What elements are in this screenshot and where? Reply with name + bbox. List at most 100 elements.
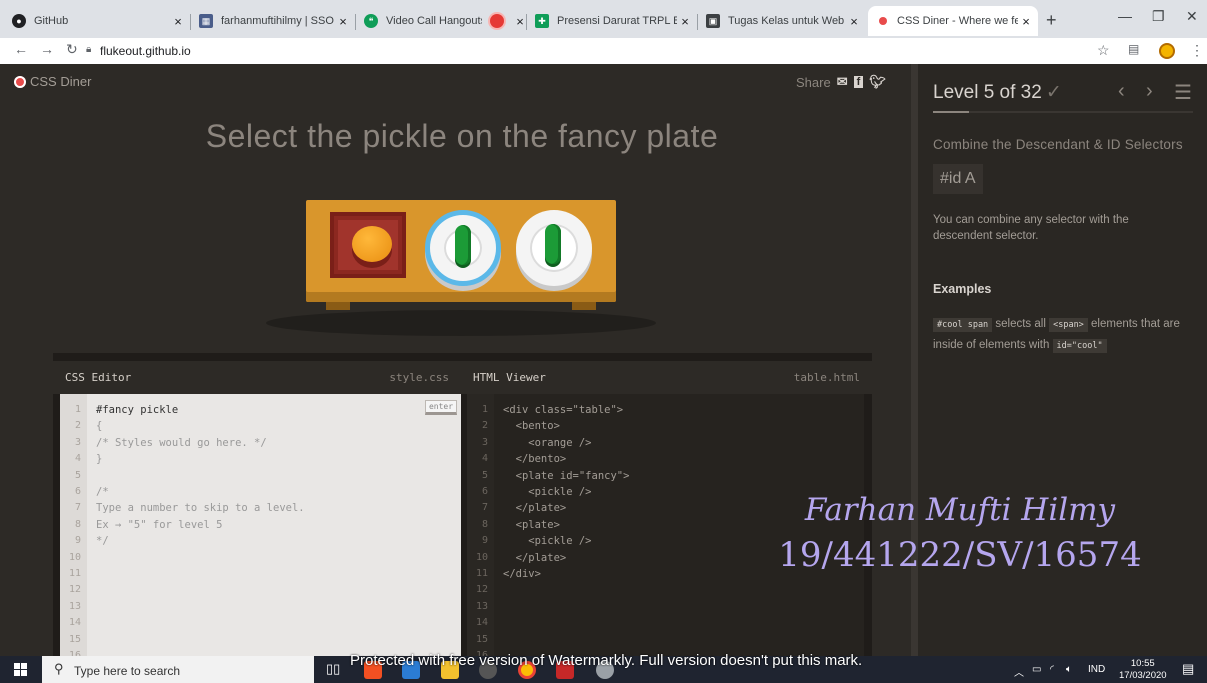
close-icon[interactable]: × bbox=[335, 14, 351, 29]
volume-icon[interactable]: 🔈︎ bbox=[1066, 664, 1072, 675]
search-placeholder: Type here to search bbox=[74, 664, 181, 678]
close-icon[interactable]: × bbox=[512, 14, 526, 29]
line-number: 13 bbox=[475, 600, 488, 612]
line-number: 10 bbox=[475, 551, 488, 563]
previous-level-icon[interactable]: ‹ bbox=[1118, 80, 1125, 103]
minimize-icon[interactable]: — bbox=[1118, 8, 1132, 24]
tab-title: CSS Diner - Where we feast on bbox=[897, 15, 1018, 27]
css-comment-lines: {/* Styles would go here. */} /* Type a n… bbox=[96, 418, 305, 549]
tab-tugas[interactable]: ▣ Tugas Kelas untuk Web 1 TR × bbox=[698, 6, 866, 36]
taskbar-search[interactable]: ⚲ Type here to search bbox=[42, 656, 314, 683]
tab-presensi[interactable]: ✚ Presensi Darurat TRPL B - Go × bbox=[527, 6, 697, 36]
fancy-plate[interactable] bbox=[425, 210, 501, 286]
reload-icon[interactable]: ↻ bbox=[66, 41, 78, 58]
twitter-icon[interactable]: 🐦︎ bbox=[869, 74, 886, 90]
markup-line[interactable]: <pickle /> bbox=[503, 484, 629, 500]
editor-container: CSS Editor style.css HTML Viewer table.h… bbox=[53, 353, 872, 661]
sheets-icon: ✚ bbox=[535, 14, 549, 28]
html-viewer-title: HTML Viewer bbox=[473, 371, 546, 384]
tab-cssdiner[interactable]: CSS Diner - Where we feast on × bbox=[868, 6, 1038, 36]
pickle-item[interactable] bbox=[545, 224, 561, 264]
close-icon[interactable]: × bbox=[1018, 14, 1034, 29]
bento-box[interactable] bbox=[330, 212, 406, 278]
close-icon[interactable]: × bbox=[677, 14, 693, 29]
tab-title: GitHub bbox=[34, 15, 69, 27]
line-number: 6 bbox=[74, 486, 81, 498]
email-icon[interactable]: ✉ bbox=[837, 74, 848, 90]
tab-github[interactable]: ● GitHub × bbox=[4, 6, 190, 36]
line-number: 14 bbox=[475, 617, 488, 629]
system-clock[interactable]: 10:55 17/03/2020 bbox=[1119, 658, 1167, 682]
tab-hangouts[interactable]: ❝ Video Call Hangouts bbox=[356, 6, 482, 36]
markup-line[interactable]: </plate> bbox=[503, 550, 629, 566]
sso-icon: ▦ bbox=[199, 14, 213, 28]
enter-button[interactable]: enter bbox=[425, 400, 457, 415]
level-progress-bar bbox=[933, 111, 1193, 113]
line-number: 2 bbox=[74, 420, 81, 432]
forward-icon[interactable]: → bbox=[40, 41, 54, 57]
markup-line[interactable]: <plate id="fancy"> bbox=[503, 468, 630, 484]
markup-line[interactable]: <orange /> bbox=[503, 435, 629, 451]
markup-line[interactable]: <div class="table"> bbox=[503, 402, 629, 418]
level-menu-icon[interactable]: ☰ bbox=[1174, 80, 1192, 105]
level-indicator: Level 5 of 32 ✓ bbox=[933, 81, 1062, 104]
next-level-icon[interactable]: › bbox=[1146, 80, 1153, 103]
example-code: #cool span bbox=[933, 318, 993, 332]
progress-fill bbox=[933, 111, 970, 113]
close-icon[interactable]: × bbox=[846, 14, 862, 29]
line-number: 5 bbox=[74, 469, 81, 481]
table-shadow bbox=[266, 310, 656, 336]
close-window-icon[interactable]: ✕ bbox=[1186, 8, 1198, 25]
code-line: { bbox=[96, 420, 103, 433]
line-number: 7 bbox=[74, 502, 81, 514]
lock-icon: 🔒︎ bbox=[86, 44, 92, 55]
extension-icon[interactable]: ▤ bbox=[1128, 42, 1139, 56]
css-selector-input[interactable]: #fancy pickle bbox=[96, 402, 305, 418]
facebook-icon[interactable]: f bbox=[853, 76, 864, 88]
show-hidden-icons[interactable]: ︿ bbox=[1014, 664, 1024, 679]
level-text: Level 5 of 32 bbox=[933, 82, 1042, 103]
logo-text: CSS Diner bbox=[30, 74, 92, 89]
css-editor-title: CSS Editor bbox=[65, 371, 132, 384]
table-leg bbox=[326, 302, 350, 310]
tab-title: Video Call Hangouts bbox=[386, 15, 482, 27]
table-leg bbox=[572, 302, 596, 310]
code-line: /* bbox=[96, 486, 109, 499]
student-name: Farhan Mufti Hilmy bbox=[804, 492, 1116, 528]
language-indicator[interactable]: IND bbox=[1088, 664, 1105, 675]
windows-start-icon[interactable] bbox=[14, 663, 27, 676]
css-diner-logo[interactable]: CSS Diner bbox=[14, 74, 91, 89]
close-icon[interactable]: × bbox=[170, 14, 186, 29]
cssdiner-icon bbox=[879, 17, 887, 25]
pickle-item[interactable] bbox=[455, 225, 471, 265]
markup-line[interactable]: </plate> bbox=[503, 500, 629, 516]
tab-title: Presensi Darurat TRPL B - Go bbox=[557, 15, 677, 27]
line-number: 11 bbox=[475, 568, 488, 580]
menu-kebab-icon[interactable]: ⋮ bbox=[1190, 42, 1204, 59]
css-code: #fancy pickle {/* Styles would go here. *… bbox=[96, 402, 305, 550]
markup-line[interactable]: <bento> bbox=[503, 418, 629, 434]
share-bar: Share ✉ f 🐦︎ bbox=[796, 74, 886, 90]
task-view-icon[interactable]: ▯▯ bbox=[326, 661, 344, 679]
markup-line[interactable]: <plate> bbox=[503, 517, 629, 533]
tab-recording[interactable]: × bbox=[482, 6, 526, 36]
plate[interactable] bbox=[516, 210, 592, 286]
diner-table bbox=[266, 200, 656, 336]
new-tab-button[interactable]: + bbox=[1046, 10, 1057, 31]
markup-line[interactable]: </div> bbox=[503, 566, 629, 582]
html-viewer-header: HTML Viewer table.html bbox=[461, 353, 872, 394]
orange-item[interactable] bbox=[352, 226, 392, 262]
profile-avatar[interactable] bbox=[1159, 43, 1175, 59]
notifications-icon[interactable]: ▤ bbox=[1182, 661, 1194, 677]
markup-line[interactable]: </bento> bbox=[503, 451, 629, 467]
bookmark-star-icon[interactable]: ☆ bbox=[1097, 42, 1110, 59]
markup-line[interactable]: <pickle /> bbox=[503, 533, 629, 549]
battery-icon[interactable]: ▭ bbox=[1032, 664, 1041, 675]
line-number: 15 bbox=[68, 633, 81, 645]
wifi-icon[interactable]: ◜ bbox=[1050, 664, 1054, 675]
url-field[interactable]: flukeout.github.io bbox=[100, 44, 191, 58]
maximize-icon[interactable]: ❐ bbox=[1152, 8, 1165, 25]
css-editor-body[interactable]: 12345678910111213141516 #fancy pickle{/*… bbox=[60, 394, 461, 661]
tab-sso[interactable]: ▦ farhanmuftihilmy | SSO Status × bbox=[191, 6, 355, 36]
back-icon[interactable]: ← bbox=[14, 41, 28, 57]
